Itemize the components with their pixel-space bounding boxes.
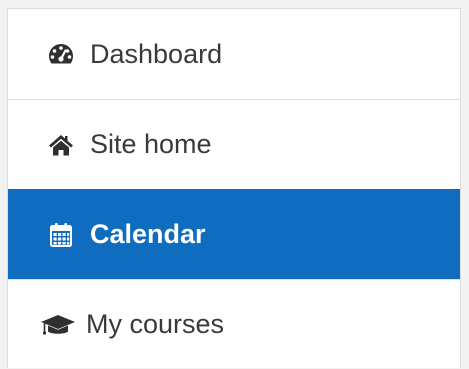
nav-item-label: Calendar <box>90 219 206 249</box>
nav-item-label: Site home <box>90 129 212 159</box>
dashboard-icon <box>46 39 76 69</box>
nav-item-site-home[interactable]: Site home <box>8 99 460 189</box>
nav-item-label: My courses <box>86 309 225 339</box>
calendar-icon <box>46 220 76 250</box>
nav-item-dashboard[interactable]: Dashboard <box>8 9 460 99</box>
graduation-cap-icon <box>40 310 76 340</box>
nav-item-my-courses[interactable]: My courses <box>8 279 460 369</box>
nav-item-label: Dashboard <box>90 38 223 69</box>
navigation-menu: Dashboard Site home Calendar My courses <box>7 8 461 368</box>
home-icon <box>46 130 76 160</box>
nav-item-calendar[interactable]: Calendar <box>8 189 460 279</box>
